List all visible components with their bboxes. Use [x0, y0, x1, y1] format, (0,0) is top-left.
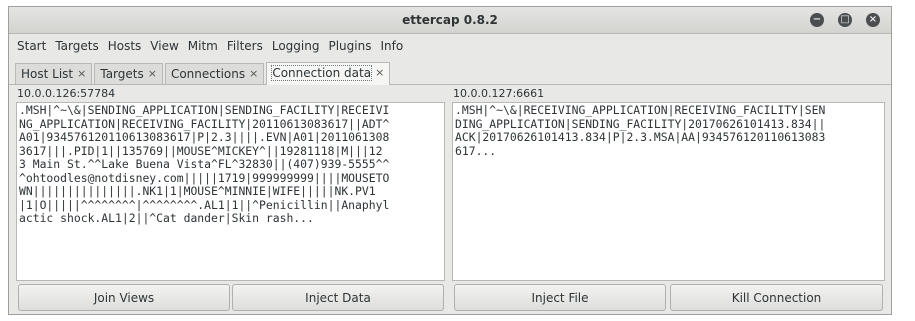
tab-targets[interactable]: Targets ×: [94, 63, 163, 84]
tab-host-list[interactable]: Host List ×: [15, 63, 93, 84]
window-title: ettercap 0.8.2: [402, 13, 498, 27]
pane-line: 3617|||.PID|1||135769||MOUSE^MICKEY^||19…: [19, 143, 383, 158]
tab-close-icon[interactable]: ×: [148, 67, 157, 80]
pane-line: |1|O|||||^^^^^^^^|^^^^^^^^.AL1|1||^Penic…: [19, 197, 390, 212]
title-bar[interactable]: ettercap 0.8.2 − □ ×: [9, 7, 891, 34]
app-window: ettercap 0.8.2 − □ × Start Targets Hosts…: [8, 6, 892, 315]
menu-start[interactable]: Start: [17, 39, 46, 53]
tab-connections[interactable]: Connections ×: [164, 63, 265, 84]
tab-connection-data[interactable]: Connection data ×: [266, 62, 391, 85]
kill-connection-button[interactable]: Kill Connection: [670, 284, 883, 311]
pane-line: A01|934576120110613083617|P|2.3||||.EVN|…: [19, 130, 390, 144]
left-pane-text[interactable]: .MSH|^~\&|SENDING_APPLICATION|SENDING_FA…: [16, 102, 445, 281]
join-views-button[interactable]: Join Views: [18, 284, 230, 311]
tab-close-icon[interactable]: ×: [375, 66, 384, 79]
menu-view[interactable]: View: [150, 39, 178, 53]
pane-line: 617...: [455, 143, 497, 158]
pane-line: DING_APPLICATION|SENDING_FACILITY|201706…: [455, 116, 826, 131]
tab-bar: Host List × Targets × Connections × Conn…: [9, 60, 891, 85]
pane-line: NG_APPLICATION|RECEIVING_FACILITY|201106…: [19, 116, 390, 131]
pane-line: actic shock.AL1|2||^Cat dander|Skin rash…: [19, 211, 314, 225]
inject-data-button[interactable]: Inject Data: [232, 284, 444, 311]
menu-plugins[interactable]: Plugins: [328, 39, 371, 53]
pane-line: .MSH|^~\&|RECEIVING_APPLICATION|RECEIVIN…: [455, 103, 826, 117]
tab-label: Host List: [21, 67, 74, 81]
pane-line: 3 Main St.^^Lake Buena Vista^FL^32830||(…: [19, 157, 390, 171]
menu-hosts[interactable]: Hosts: [108, 39, 142, 53]
menu-mitm[interactable]: Mitm: [188, 39, 218, 53]
tab-close-icon[interactable]: ×: [249, 67, 258, 80]
menu-filters[interactable]: Filters: [227, 39, 263, 53]
pane-line: .MSH|^~\&|SENDING_APPLICATION|SENDING_FA…: [19, 103, 390, 117]
pane-line: WN|||||||||||||||.NK1|1|MOUSE^MINNIE|WIF…: [19, 184, 376, 198]
pane-line: ^ohtoodles@notdisney.com|||||1719|999999…: [19, 170, 390, 185]
tab-label: Targets: [100, 67, 144, 81]
inject-file-button[interactable]: Inject File: [454, 284, 666, 311]
right-pane-address: 10.0.0.127:6661: [453, 87, 545, 100]
right-pane-text[interactable]: .MSH|^~\&|RECEIVING_APPLICATION|RECEIVIN…: [452, 102, 885, 281]
pane-line: ACK|20170626101413.834|P|2.3.MSA|AA|9345…: [455, 130, 826, 144]
tab-close-icon[interactable]: ×: [77, 67, 86, 80]
maximize-icon[interactable]: □: [838, 13, 852, 27]
tab-label: Connections: [170, 67, 246, 81]
close-icon[interactable]: ×: [866, 13, 880, 27]
menu-logging[interactable]: Logging: [272, 39, 320, 53]
menu-bar: Start Targets Hosts View Mitm Filters Lo…: [9, 34, 891, 58]
tab-label: Connection data: [271, 65, 373, 81]
left-pane-address: 10.0.0.126:57784: [17, 87, 116, 100]
menu-targets[interactable]: Targets: [55, 39, 98, 53]
menu-info[interactable]: Info: [380, 39, 403, 53]
minimize-icon[interactable]: −: [810, 13, 824, 27]
